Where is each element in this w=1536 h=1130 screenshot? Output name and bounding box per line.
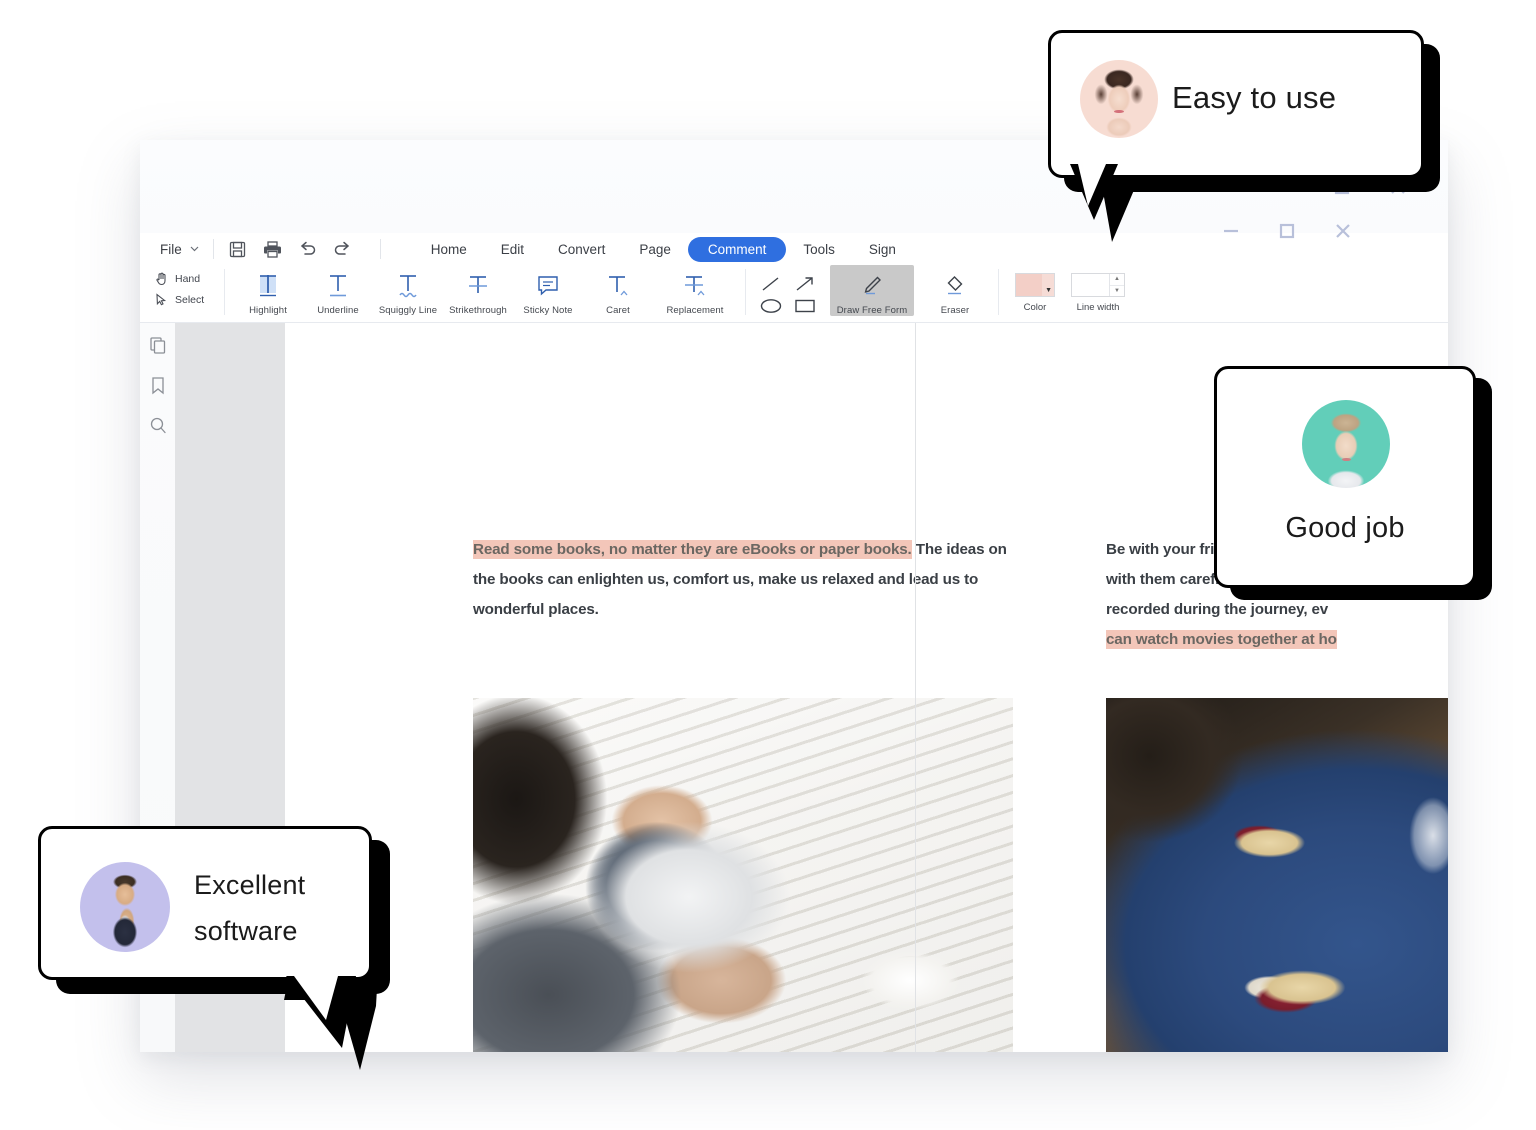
spinner-down-icon[interactable]: ▼ [1110,286,1124,297]
bubble-text-line-2: software [194,916,298,946]
undo-icon[interactable] [297,239,318,260]
bookmark-icon[interactable] [148,375,168,395]
rectangle-icon[interactable] [792,297,818,315]
eraser-icon [940,271,970,301]
save-icon[interactable] [227,239,248,260]
avatar-mouth [1341,458,1352,462]
comment-ribbon: Hand Select Highlight Underline Squiggly… [140,265,1448,323]
tab-convert[interactable]: Convert [541,237,622,262]
tool-squiggly[interactable]: Squiggly Line [373,265,443,316]
highlighted-text-left[interactable]: Read some books, no matter they are eBoo… [473,540,912,559]
mode-group: Hand Select [154,265,216,307]
tool-caret[interactable]: Caret [583,265,653,316]
ellipse-icon[interactable] [758,297,784,315]
replacement-icon [680,271,710,301]
tool-strikethrough[interactable]: Strikethrough [443,265,513,316]
tab-sign[interactable]: Sign [852,237,913,262]
tool-draw-free-form[interactable]: Draw Free Form [830,265,914,316]
hand-icon [154,271,169,286]
dinner-table-setting-photo [1106,698,1448,1052]
color-swatch-fill [1016,274,1042,296]
strikethrough-icon [463,271,493,301]
cursor-select-icon [154,292,169,307]
shape-tools-group [754,265,822,317]
tool-strikethrough-label: Strikethrough [449,305,507,316]
spinner-up-icon[interactable]: ▲ [1110,274,1124,286]
bubble-text: Excellent software [194,862,305,954]
pencil-icon [857,271,887,301]
woman-pink-avatar [1080,60,1158,138]
spinner-buttons[interactable]: ▲ ▼ [1109,274,1124,296]
pages-thumbnail-icon[interactable] [148,335,168,355]
tab-home[interactable]: Home [414,237,484,262]
ribbon-tabs: Home Edit Convert Page Comment Tools Sig… [414,236,913,262]
bubble-text: Good job [1285,512,1405,544]
tool-highlight-label: Highlight [249,305,287,316]
bubble-text-line-1: Excellent [194,870,306,900]
ribbon-divider-1 [224,269,225,315]
squiggly-line-icon [393,271,423,301]
ribbon-divider-3 [998,269,999,315]
line-icon[interactable] [759,275,783,293]
tab-comment[interactable]: Comment [687,236,787,262]
tab-page[interactable]: Page [622,237,688,262]
tool-highlight[interactable]: Highlight [233,265,303,316]
chevron-down-icon [189,242,200,257]
tool-eraser-label: Eraser [940,305,970,316]
file-menu-button[interactable]: File [160,242,200,257]
print-icon[interactable] [262,239,283,260]
testimonial-bubble-excellent-software: Excellent software [32,820,412,1070]
tab-tools[interactable]: Tools [786,237,852,262]
bubble-tail [286,976,356,1048]
menu-divider [212,239,214,259]
tool-sticky-note[interactable]: Sticky Note [513,265,583,316]
color-label: Color [1023,302,1047,313]
tab-edit[interactable]: Edit [484,237,541,262]
redo-icon[interactable] [332,239,353,260]
hand-tool[interactable]: Hand [154,271,216,286]
caret-icon [603,271,633,301]
tool-underline-label: Underline [317,305,359,316]
tool-replacement[interactable]: Replacement [653,265,737,316]
highlighted-text-right[interactable]: can watch movies together at ho [1106,630,1337,649]
line-width-spinner[interactable]: ▲ ▼ [1071,273,1125,297]
markup-tools-group: Highlight Underline Squiggly Line Strike… [233,265,737,323]
select-tool-label: Select [175,293,205,306]
line-width-label: Line width [1076,302,1120,313]
sticky-note-icon [533,271,563,301]
tool-replacement-label: Replacement [666,305,724,316]
menu-bar: File Home Edit Convert Page Comment Tool… [140,233,1448,265]
bubble-text: Easy to use [1172,80,1337,115]
select-tool[interactable]: Select [154,292,216,307]
menu-divider-2 [379,239,381,259]
tool-sticky-note-label: Sticky Note [523,305,573,316]
highlight-icon [253,271,283,301]
color-swatch[interactable]: ▼ [1015,273,1055,297]
avatar-mouth [1114,109,1124,114]
underline-icon [323,271,353,301]
bubble-tail [1070,164,1118,220]
tool-eraser[interactable]: Eraser [920,265,990,316]
tool-caret-label: Caret [606,305,630,316]
dropdown-caret-icon: ▼ [1045,287,1052,294]
tool-squiggly-label: Squiggly Line [378,305,438,316]
file-menu-label: File [160,241,182,257]
testimonial-bubble-good-job: Good job [1208,360,1498,610]
color-picker[interactable]: ▼ Color [1007,265,1063,313]
arrow-icon[interactable] [793,275,817,293]
hand-tool-label: Hand [175,272,201,285]
ribbon-divider-2 [745,269,746,315]
testimonial-bubble-easy-to-use: Easy to use [1024,24,1440,242]
tool-draw-free-form-label: Draw Free Form [836,305,908,316]
man-thumbsup-avatar [80,862,170,952]
search-icon[interactable] [148,415,168,435]
line-width-control[interactable]: ▲ ▼ Line width [1063,265,1133,313]
line-width-value[interactable] [1072,274,1109,296]
woman-teal-avatar [1302,400,1390,488]
tool-underline[interactable]: Underline [303,265,373,316]
